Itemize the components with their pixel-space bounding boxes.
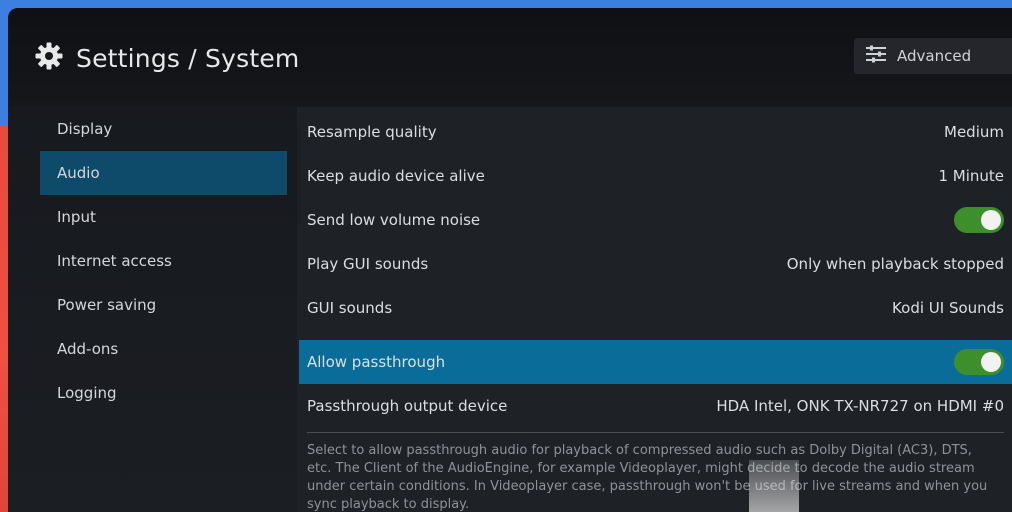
toggle-knob: [981, 210, 1001, 230]
setting-label: Play GUI sounds: [307, 255, 429, 273]
sidebar-item-label: Audio: [57, 164, 100, 182]
setting-play-gui-sounds[interactable]: Play GUI sounds Only when playback stopp…: [299, 242, 1012, 286]
sidebar-item-label: Internet access: [57, 252, 172, 270]
advanced-label: Advanced: [897, 47, 972, 65]
setting-value: Only when playback stopped: [786, 255, 1004, 273]
setting-label: Allow passthrough: [307, 353, 446, 371]
sliders-icon: [865, 45, 887, 67]
sidebar: Display Audio Input Internet access Powe…: [40, 107, 287, 415]
gear-icon: [34, 41, 64, 75]
divider: [307, 432, 1004, 433]
setting-label: Send low volume noise: [307, 211, 481, 229]
sidebar-item-label: Add-ons: [57, 340, 119, 358]
setting-send-low-volume-noise[interactable]: Send low volume noise: [299, 198, 1012, 242]
setting-resample-quality[interactable]: Resample quality Medium: [299, 110, 1012, 154]
sidebar-item-input[interactable]: Input: [40, 195, 287, 239]
sidebar-item-label: Power saving: [57, 296, 157, 314]
setting-label: Keep audio device alive: [307, 167, 485, 185]
setting-allow-passthrough[interactable]: Allow passthrough: [299, 340, 1012, 384]
sidebar-item-audio[interactable]: Audio: [40, 151, 287, 195]
toggle-switch-on[interactable]: [954, 349, 1004, 375]
setting-passthrough-output-device[interactable]: Passthrough output device HDA Intel, ONK…: [299, 384, 1012, 428]
setting-value: Kodi UI Sounds: [892, 299, 1004, 317]
setting-label: Passthrough output device: [307, 397, 508, 415]
setting-value: HDA Intel, ONK TX-NR727 on HDMI #0: [716, 397, 1004, 415]
sidebar-item-label: Logging: [57, 384, 117, 402]
toggle-knob: [981, 352, 1001, 372]
setting-label: Resample quality: [307, 123, 437, 141]
sidebar-item-add-ons[interactable]: Add-ons: [40, 327, 287, 371]
sidebar-item-power-saving[interactable]: Power saving: [40, 283, 287, 327]
sidebar-item-label: Display: [57, 120, 113, 138]
page-title: Settings / System: [76, 43, 300, 73]
setting-keep-audio-device-alive[interactable]: Keep audio device alive 1 Minute: [299, 154, 1012, 198]
toggle-switch-on[interactable]: [954, 207, 1004, 233]
settings-panel: Resample quality Medium Keep audio devic…: [297, 107, 1012, 512]
setting-value: Medium: [944, 123, 1004, 141]
setting-label: GUI sounds: [307, 299, 393, 317]
advanced-button[interactable]: Advanced: [854, 38, 1012, 74]
setting-description: Select to allow passthrough audio for pl…: [307, 443, 988, 512]
sidebar-item-label: Input: [57, 208, 96, 226]
setting-gui-sounds[interactable]: GUI sounds Kodi UI Sounds: [299, 286, 1012, 330]
settings-window: Settings / System Advanced Display Audio…: [8, 8, 1012, 512]
scrollbar-thumb[interactable]: [749, 460, 799, 512]
setting-value: 1 Minute: [938, 167, 1004, 185]
header: Settings / System Advanced: [8, 8, 1012, 106]
sidebar-item-internet-access[interactable]: Internet access: [40, 239, 287, 283]
title-wrap: Settings / System: [34, 41, 299, 75]
sidebar-item-display[interactable]: Display: [40, 107, 287, 151]
sidebar-item-logging[interactable]: Logging: [40, 371, 287, 415]
